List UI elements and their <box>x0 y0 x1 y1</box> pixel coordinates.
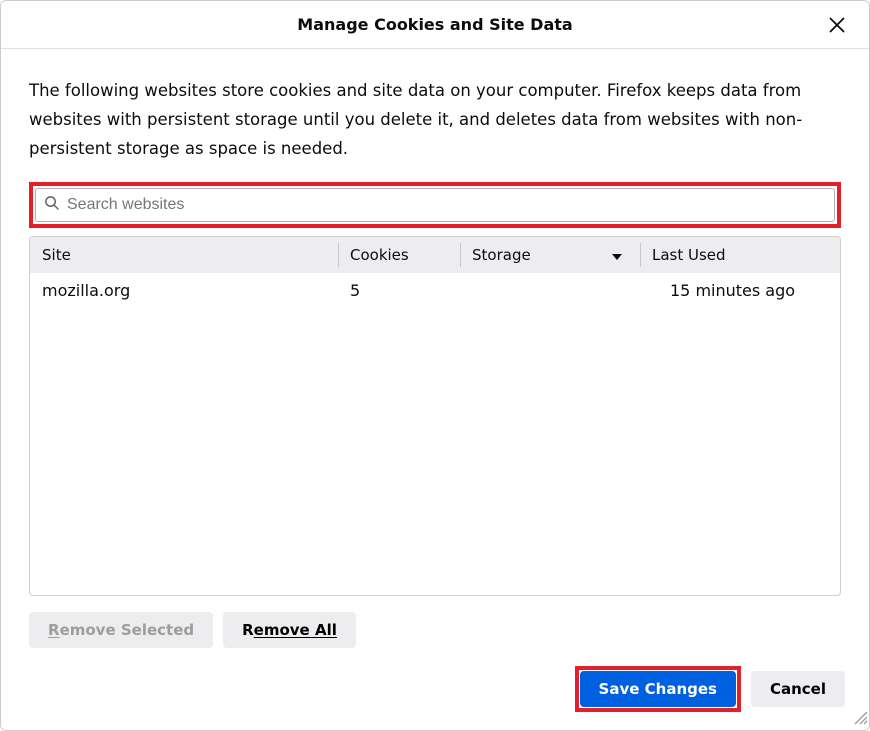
dialog-footer: Save Changes Cancel <box>1 648 869 730</box>
column-storage-label: Storage <box>472 246 531 264</box>
table-header-row: Site Cookies Storage Last Used <box>30 237 840 273</box>
remove-selected-accesskey: R <box>48 621 60 639</box>
table-body: mozilla.org 5 15 minutes ago <box>30 273 840 595</box>
cell-cookies: 5 <box>338 281 460 300</box>
remove-selected-button[interactable]: Remove Selected <box>29 612 213 648</box>
remove-all-button[interactable]: Remove All <box>223 612 356 648</box>
dialog-title: Manage Cookies and Site Data <box>297 15 572 34</box>
remove-all-prefix: R <box>242 621 254 639</box>
column-cookies[interactable]: Cookies <box>338 237 460 273</box>
column-last-used[interactable]: Last Used <box>640 237 840 273</box>
dialog-header: Manage Cookies and Site Data <box>1 1 869 49</box>
save-changes-button[interactable]: Save Changes <box>580 671 736 707</box>
sites-table: Site Cookies Storage Last Used mozilla.o… <box>29 236 841 596</box>
close-icon[interactable] <box>827 15 847 39</box>
cell-site: mozilla.org <box>30 281 338 300</box>
cell-last-used: 15 minutes ago <box>640 281 840 300</box>
column-storage[interactable]: Storage <box>460 237 640 273</box>
search-icon <box>44 195 59 214</box>
search-highlight-box <box>29 182 841 228</box>
table-row[interactable]: mozilla.org 5 15 minutes ago <box>30 273 840 309</box>
cancel-button[interactable]: Cancel <box>751 671 845 707</box>
column-site[interactable]: Site <box>30 237 338 273</box>
resize-grip-icon[interactable] <box>852 709 868 729</box>
remove-actions-row: Remove Selected Remove All <box>29 596 841 648</box>
sort-descending-icon <box>612 246 622 264</box>
dialog-description: The following websites store cookies and… <box>29 77 841 164</box>
search-field-wrapper <box>35 188 835 222</box>
save-highlight-box: Save Changes <box>575 666 741 712</box>
remove-all-accesskey: emove All <box>254 621 337 639</box>
search-input[interactable] <box>67 189 826 221</box>
remove-selected-label-rest: emove Selected <box>60 621 195 639</box>
manage-cookies-dialog: Manage Cookies and Site Data The followi… <box>0 0 870 731</box>
dialog-body: The following websites store cookies and… <box>1 49 869 648</box>
